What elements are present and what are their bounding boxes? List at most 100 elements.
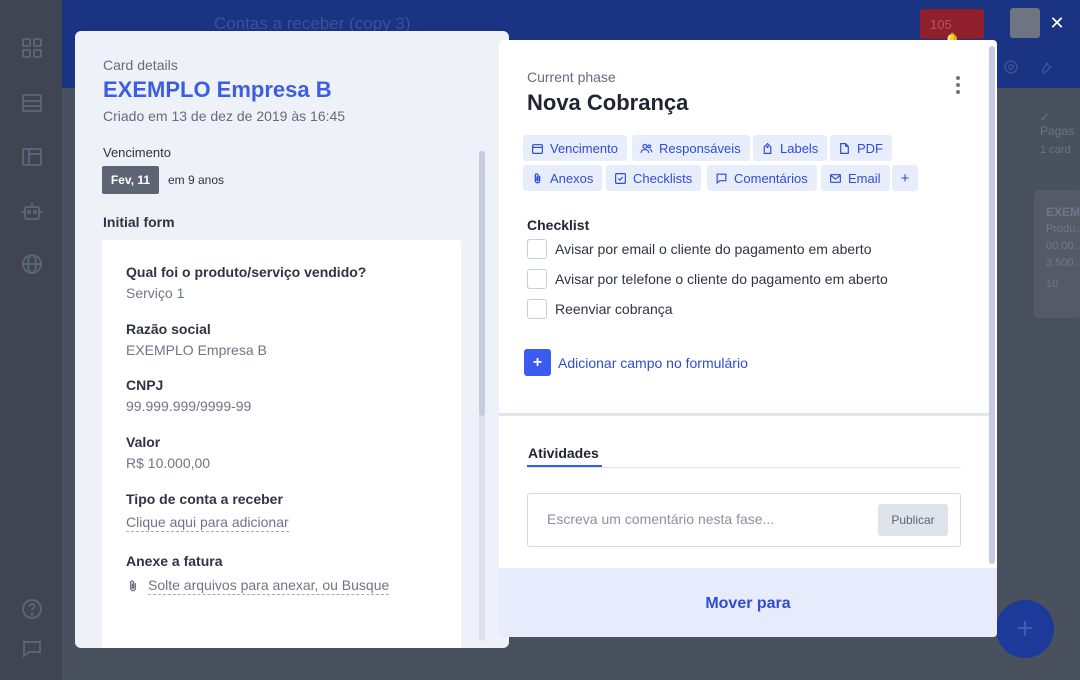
phase-panel: Current phase Nova Cobrança Vencimento R… xyxy=(499,40,997,637)
tag-icon xyxy=(763,142,772,154)
file-icon xyxy=(840,142,849,154)
move-to-button[interactable]: Mover para xyxy=(499,568,997,637)
robot-icon[interactable] xyxy=(20,199,44,223)
attach-dropzone[interactable]: Solte arquivos para anexar, ou Busque xyxy=(126,577,390,595)
chip-label: Checklists xyxy=(633,170,693,186)
card-details-label: Card details xyxy=(103,57,178,73)
add-card-button[interactable]: + xyxy=(996,600,1054,658)
chip-label: Vencimento xyxy=(550,140,618,156)
form-field: Razão social EXEMPLO Empresa B xyxy=(126,321,267,358)
bg-phase-count: 1 card xyxy=(1040,144,1071,156)
scrollbar[interactable] xyxy=(479,151,485,416)
plus-icon: + xyxy=(524,349,551,376)
tab-atividades[interactable]: Atividades xyxy=(528,445,599,461)
bg-card-line: 10 xyxy=(1046,278,1059,290)
chat-icon[interactable] xyxy=(20,637,44,661)
scrollbar[interactable] xyxy=(989,46,995,564)
app-sidebar xyxy=(0,0,62,680)
chip-label: Responsáveis xyxy=(659,140,741,156)
checkbox[interactable] xyxy=(527,269,547,289)
field-label: Razão social xyxy=(126,321,211,337)
chip-label: Anexos xyxy=(550,170,594,186)
checklist-item-label: Avisar por telefone o cliente do pagamen… xyxy=(555,271,888,287)
chip-vencimento[interactable]: Vencimento xyxy=(523,135,627,161)
field-label: Tipo de conta a receber xyxy=(126,491,283,507)
current-phase-label: Current phase xyxy=(527,69,616,85)
more-options-icon[interactable] xyxy=(950,74,966,96)
field-value[interactable]: EXEMPLO Empresa B xyxy=(126,342,267,358)
card-title[interactable]: EXEMPLO Empresa B xyxy=(103,77,332,103)
chip-anexos[interactable]: Anexos xyxy=(523,165,603,191)
comment-input[interactable] xyxy=(547,511,867,527)
phase-title: Nova Cobrança xyxy=(527,90,689,115)
layout-icon[interactable] xyxy=(20,145,44,169)
chip-pdf[interactable]: PDF xyxy=(830,135,892,161)
checklist-item[interactable]: Avisar por email o cliente do pagamento … xyxy=(527,239,871,259)
add-form-field-label: Adicionar campo no formulário xyxy=(558,354,748,371)
wrench-icon[interactable] xyxy=(1037,58,1055,76)
notifications-badge[interactable]: 105 🔔 xyxy=(920,9,984,47)
active-tab-indicator xyxy=(527,465,602,467)
add-form-field-button[interactable]: + Adicionar campo no formulário xyxy=(524,349,748,376)
field-label: Qual foi o produto/serviço vendido? xyxy=(126,264,367,280)
checkbox[interactable] xyxy=(527,299,547,319)
initial-form: Qual foi o produto/serviço vendido? Serv… xyxy=(102,240,461,648)
chip-comentarios[interactable]: Comentários xyxy=(707,165,817,191)
attach-link[interactable]: Solte arquivos para anexar, ou Busque xyxy=(148,577,390,595)
comment-icon xyxy=(716,173,727,184)
checklist-title: Checklist xyxy=(527,217,590,233)
close-icon[interactable]: ✕ xyxy=(1040,6,1074,40)
due-relative: em 9 anos xyxy=(168,173,225,187)
field-value[interactable]: R$ 10.000,00 xyxy=(126,455,210,471)
dashboard-icon[interactable] xyxy=(20,36,44,60)
bg-card[interactable]: EXEMPLO Produ... 00.00... 3.500... 10 xyxy=(1034,190,1080,318)
bg-phase-header: ✓ Pagas 1 card xyxy=(1040,110,1080,156)
card-details-panel: Card details EXEMPLO Empresa B Criado em… xyxy=(75,31,509,648)
chip-label: Comentários xyxy=(734,170,808,186)
chip-responsaveis[interactable]: Responsáveis xyxy=(632,135,750,161)
divider xyxy=(499,413,989,416)
settings-icon[interactable] xyxy=(1002,58,1020,76)
field-value[interactable]: Serviço 1 xyxy=(126,285,366,301)
chip-label: Labels xyxy=(780,140,819,156)
chip-add-more[interactable]: + xyxy=(892,165,918,191)
form-field: Tipo de conta a receber Clique aqui para… xyxy=(126,491,289,532)
notifications-count: 105 xyxy=(930,17,952,32)
field-label: Anexe a fatura xyxy=(126,553,223,569)
due-date-badge[interactable]: Fev, 11 xyxy=(102,166,159,194)
form-field: CNPJ 99.999.999/9999-99 xyxy=(126,377,251,414)
plus-icon: + xyxy=(900,169,910,187)
paperclip-icon xyxy=(534,172,541,183)
chip-checklists[interactable]: Checklists xyxy=(606,165,702,191)
field-value[interactable]: 99.999.999/9999-99 xyxy=(126,398,251,414)
paperclip-icon xyxy=(126,578,140,594)
checklist-item-label: Reenviar cobrança xyxy=(555,301,673,317)
form-title: Initial form xyxy=(103,214,175,230)
help-icon[interactable] xyxy=(20,597,44,621)
avatar[interactable] xyxy=(1010,8,1040,38)
tabs-baseline xyxy=(527,467,961,468)
mail-icon xyxy=(830,173,841,183)
publish-button[interactable]: Publicar xyxy=(878,504,948,536)
bg-card-line: Produ... xyxy=(1046,223,1080,235)
field-label: CNPJ xyxy=(126,377,164,393)
calendar-icon xyxy=(532,143,543,154)
checkbox[interactable] xyxy=(527,239,547,259)
add-value-link[interactable]: Clique aqui para adicionar xyxy=(126,514,289,532)
checklist-item[interactable]: Reenviar cobrança xyxy=(527,299,673,319)
form-field: Anexe a fatura Solte arquivos para anexa… xyxy=(126,553,390,595)
bg-card-line: EXEMPLO xyxy=(1046,205,1080,219)
bg-phase-label: ✓ Pagas xyxy=(1040,110,1075,138)
checklist-item[interactable]: Avisar por telefone o cliente do pagamen… xyxy=(527,269,888,289)
form-field: Valor R$ 10.000,00 xyxy=(126,434,210,471)
users-icon xyxy=(640,143,653,153)
database-icon[interactable] xyxy=(20,91,44,115)
bg-card-line: 00.00... xyxy=(1046,240,1080,252)
bg-card-line: 3.500... xyxy=(1046,257,1080,269)
card-created-date: Criado em 13 de dez de 2019 às 16:45 xyxy=(103,108,346,124)
globe-icon[interactable] xyxy=(20,252,44,276)
chip-label: PDF xyxy=(857,140,883,156)
chip-labels[interactable]: Labels xyxy=(753,135,828,161)
chip-email[interactable]: Email xyxy=(821,165,890,191)
due-label: Vencimento xyxy=(103,145,171,160)
